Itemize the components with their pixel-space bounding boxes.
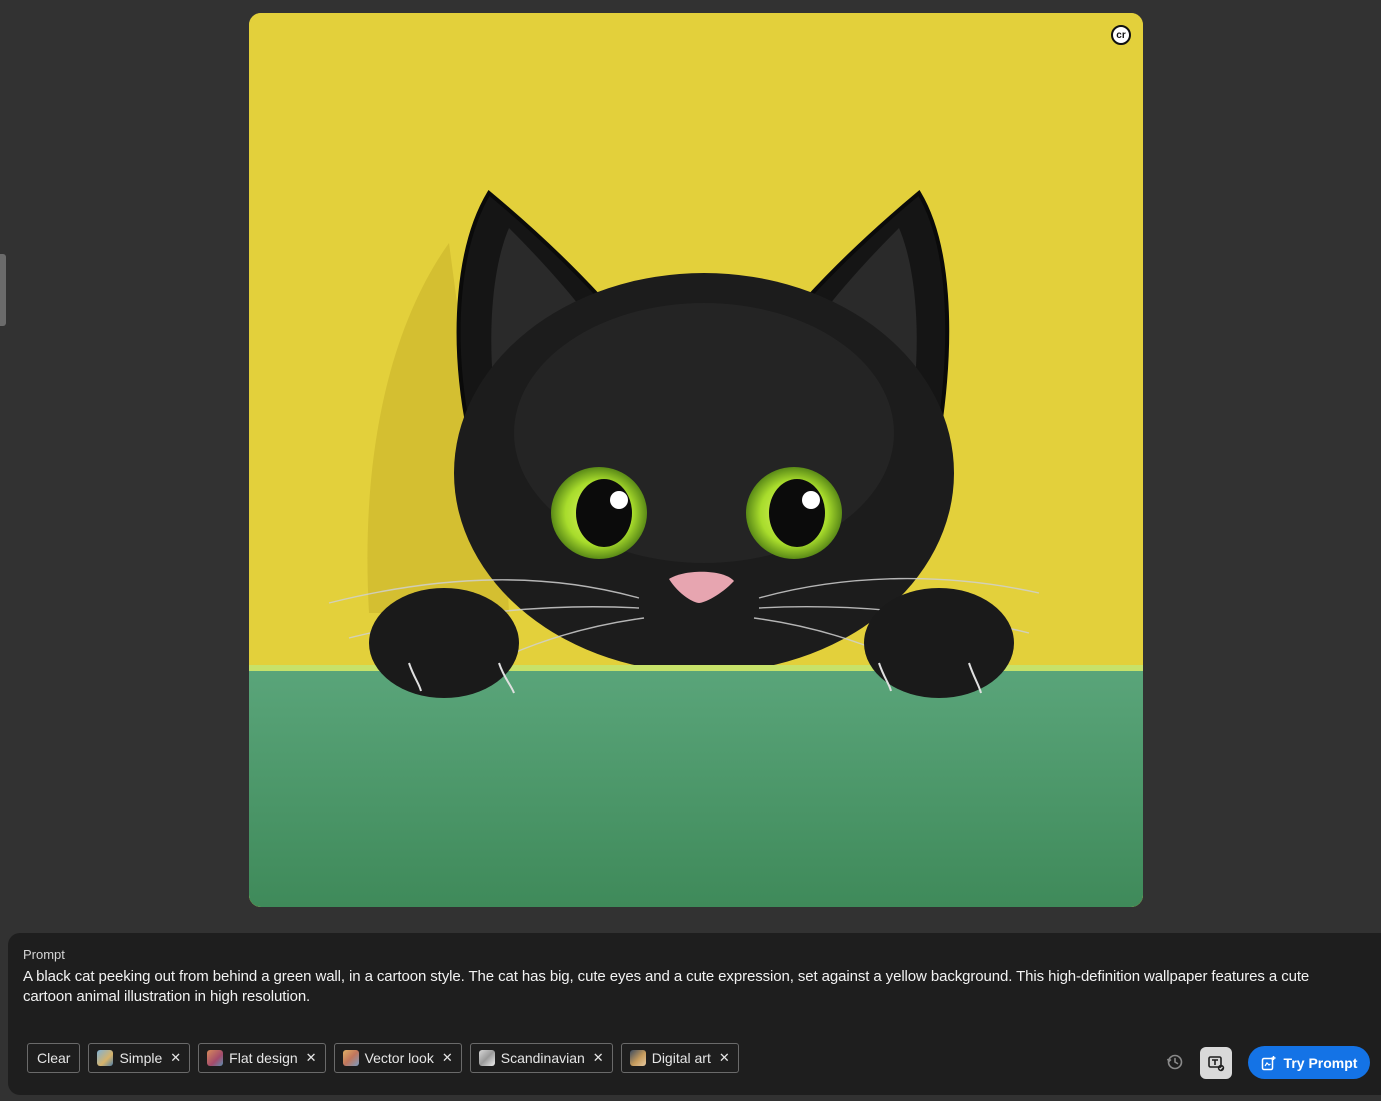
history-icon bbox=[1166, 1054, 1183, 1070]
style-chip-label: Digital art bbox=[651, 1050, 711, 1066]
content-credentials-badge[interactable]: cr bbox=[1111, 25, 1131, 45]
match-style-icon bbox=[1208, 1056, 1225, 1072]
style-chip-scandinavian[interactable]: Scandinavian ✕ bbox=[469, 1043, 613, 1073]
side-panel-handle[interactable] bbox=[0, 254, 6, 326]
style-thumbnail bbox=[478, 1050, 495, 1066]
style-chip-label: Scandinavian bbox=[500, 1050, 585, 1066]
generate-icon bbox=[1261, 1055, 1276, 1070]
style-thumbnail bbox=[629, 1050, 646, 1066]
style-chip-label: Flat design bbox=[229, 1050, 298, 1066]
close-icon[interactable]: ✕ bbox=[170, 1050, 181, 1066]
style-thumbnail bbox=[97, 1050, 114, 1066]
clear-button[interactable]: Clear bbox=[27, 1043, 81, 1073]
close-icon[interactable]: ✕ bbox=[719, 1050, 730, 1066]
cat-illustration bbox=[249, 13, 1143, 907]
style-chip-row: Clear Simple ✕ Flat design ✕ Vector look… bbox=[27, 1043, 739, 1073]
close-icon[interactable]: ✕ bbox=[306, 1050, 317, 1066]
style-chip-label: Vector look bbox=[364, 1050, 434, 1066]
prompt-panel: Prompt A black cat peeking out from behi… bbox=[8, 933, 1381, 1095]
style-chip-vector-look[interactable]: Vector look ✕ bbox=[333, 1043, 462, 1073]
try-prompt-label: Try Prompt bbox=[1283, 1054, 1358, 1071]
prompt-text[interactable]: A black cat peeking out from behind a gr… bbox=[23, 967, 1353, 1007]
style-chip-flat-design[interactable]: Flat design ✕ bbox=[198, 1043, 326, 1073]
style-chip-label: Simple bbox=[119, 1050, 163, 1066]
prompt-label: Prompt bbox=[23, 947, 65, 962]
generated-image[interactable]: cr bbox=[249, 13, 1143, 907]
style-thumbnail bbox=[207, 1050, 224, 1066]
close-icon[interactable]: ✕ bbox=[442, 1050, 453, 1066]
try-prompt-button[interactable]: Try Prompt bbox=[1248, 1046, 1370, 1079]
history-button[interactable] bbox=[1163, 1050, 1187, 1074]
close-icon[interactable]: ✕ bbox=[593, 1050, 604, 1066]
style-chip-digital-art[interactable]: Digital art ✕ bbox=[620, 1043, 739, 1073]
style-thumbnail bbox=[342, 1050, 359, 1066]
match-style-button[interactable] bbox=[1200, 1047, 1232, 1079]
style-chip-simple[interactable]: Simple ✕ bbox=[88, 1043, 191, 1073]
